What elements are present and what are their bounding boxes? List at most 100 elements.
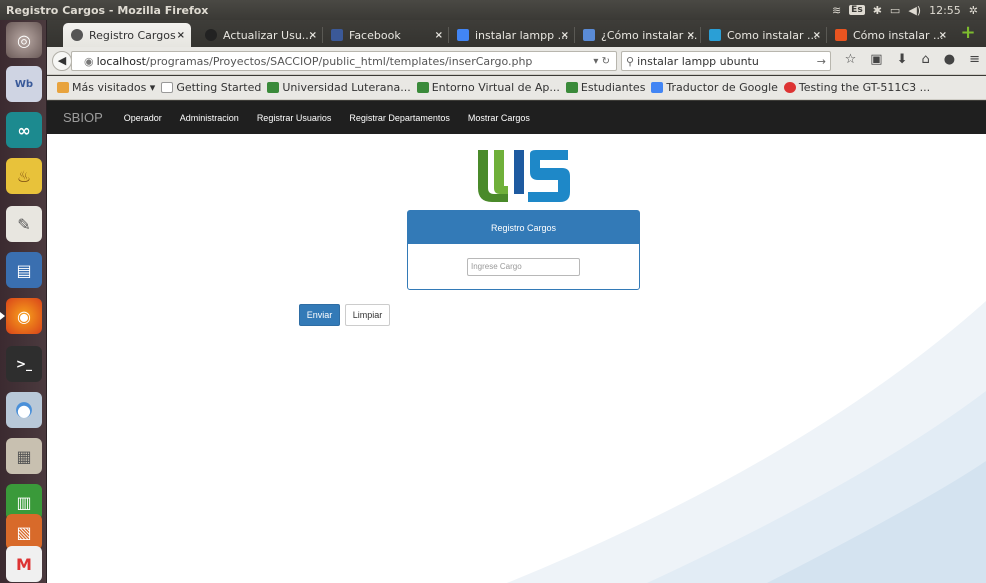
nav-administracion[interactable]: Administracion bbox=[171, 113, 248, 123]
bluetooth-icon[interactable]: ✱ bbox=[873, 4, 882, 17]
limpiar-button[interactable]: Limpiar bbox=[345, 304, 390, 326]
bookmark-estudiantes[interactable]: Estudiantes bbox=[565, 81, 645, 94]
toolbar-icons: ☆ ▣ ⬇ ⌂ ● ≡ bbox=[845, 52, 980, 67]
mysql-workbench-icon[interactable]: Wb bbox=[6, 66, 42, 102]
cargo-input[interactable] bbox=[467, 257, 580, 276]
bookmark-most-visited[interactable]: Más visitados ▾ bbox=[57, 81, 155, 94]
tab-instalar-lampp[interactable]: instalar lampp ... × bbox=[449, 23, 575, 47]
bookmark-entorno-virtual[interactable]: Entorno Virtual de Ap... bbox=[416, 81, 560, 94]
tab-label: Registro Cargos bbox=[89, 28, 176, 42]
panel-body bbox=[408, 244, 639, 289]
gmail-icon[interactable]: M bbox=[6, 546, 42, 582]
bookmarks-toolbar: Más visitados ▾ Getting Started Universi… bbox=[47, 76, 986, 100]
folder-icon bbox=[57, 82, 69, 93]
tab-registro-cargos[interactable]: Registro Cargos × bbox=[63, 23, 191, 47]
panel-title: Registro Cargos bbox=[408, 211, 639, 244]
search-icon: ⚲ bbox=[626, 54, 635, 68]
downloads-icon[interactable]: ⬇ bbox=[897, 52, 908, 67]
chromium-icon[interactable]: ● bbox=[6, 392, 42, 428]
tab-label: Facebook bbox=[349, 28, 401, 42]
chat-icon[interactable]: ● bbox=[944, 52, 955, 67]
terminal-icon[interactable]: >_ bbox=[6, 346, 42, 382]
document-viewer-icon[interactable]: ▤ bbox=[6, 252, 42, 288]
keyboard-layout-indicator[interactable]: Es bbox=[849, 5, 865, 15]
bookmark-star-icon[interactable]: ☆ bbox=[845, 52, 857, 67]
tab-favicon-icon bbox=[71, 29, 83, 41]
bookmark-getting-started[interactable]: Getting Started bbox=[161, 81, 261, 94]
tab-como-instalar-3[interactable]: Cómo instalar ... × bbox=[827, 23, 953, 47]
nav-registrar-usuarios[interactable]: Registrar Usuarios bbox=[248, 113, 341, 123]
reading-list-icon[interactable]: ▣ bbox=[870, 52, 882, 67]
tab-label: instalar lampp ... bbox=[475, 28, 569, 42]
arduino-icon[interactable]: ∞ bbox=[6, 112, 42, 148]
dash-home-icon[interactable]: ◎ bbox=[6, 22, 42, 58]
tab-close-icon[interactable]: × bbox=[813, 30, 821, 41]
tab-como-instalar-1[interactable]: ¿Cómo instalar ... × bbox=[575, 23, 701, 47]
window-title: Registro Cargos - Mozilla Firefox bbox=[6, 3, 209, 17]
url-path: /programas/Proyectos/SACCIOP/public_html… bbox=[146, 54, 533, 68]
clock[interactable]: 12:55 bbox=[929, 4, 961, 17]
google-icon bbox=[457, 29, 469, 41]
volume-icon[interactable]: ◀) bbox=[908, 4, 921, 17]
tab-label: ¿Cómo instalar ... bbox=[601, 28, 698, 42]
app-brand[interactable]: SBIOP bbox=[47, 110, 115, 125]
url-bar[interactable]: ◉ localhost /programas/Proyectos/SACCIOP… bbox=[71, 51, 617, 71]
tab-label: Actualizar Usu... bbox=[223, 28, 313, 42]
tab-close-icon[interactable]: × bbox=[177, 30, 185, 41]
search-go-icon[interactable]: → bbox=[817, 55, 830, 68]
tab-close-icon[interactable]: × bbox=[309, 30, 317, 41]
registro-cargos-panel: Registro Cargos bbox=[407, 210, 640, 290]
uls-logo bbox=[478, 150, 570, 202]
tab-close-icon[interactable]: × bbox=[435, 30, 443, 41]
tab-close-icon[interactable]: × bbox=[687, 30, 695, 41]
enviar-button[interactable]: Enviar bbox=[299, 304, 340, 326]
page-viewport: SBIOP Operador Administracion Registrar … bbox=[47, 101, 986, 583]
presentation-icon[interactable]: ▧ bbox=[6, 514, 42, 550]
reload-dropdown-icon[interactable]: ▾ ↻ bbox=[593, 56, 616, 67]
search-value: instalar lampp ubuntu bbox=[637, 54, 759, 68]
system-top-panel: Registro Cargos - Mozilla Firefox ≋ Es ✱… bbox=[0, 0, 986, 20]
browser-navigation-bar: ◀ ◉ localhost /programas/Proyectos/SACCI… bbox=[47, 47, 986, 75]
firefox-icon[interactable]: ◉ bbox=[0, 298, 42, 334]
app-navbar: SBIOP Operador Administracion Registrar … bbox=[47, 101, 986, 134]
tab-favicon-icon bbox=[583, 29, 595, 41]
wifi-icon[interactable]: ≋ bbox=[832, 4, 841, 17]
search-bar[interactable]: ⚲ instalar lampp ubuntu → bbox=[621, 51, 831, 71]
tab-label: Como instalar ... bbox=[727, 28, 818, 42]
uls-icon bbox=[416, 82, 429, 93]
text-editor-icon[interactable]: ✎ bbox=[6, 206, 42, 242]
browser-tab-bar: Registro Cargos × Actualizar Usu... × Fa… bbox=[47, 20, 986, 47]
bookmark-site-icon bbox=[783, 82, 796, 93]
new-tab-button[interactable]: + bbox=[960, 24, 976, 42]
uls-icon bbox=[565, 82, 578, 93]
unity-launcher: ◎ Wb ∞ ♨ ✎ ▤ ◉ >_ ● ▦ ▥ ▧ M bbox=[0, 20, 47, 583]
nav-mostrar-cargos[interactable]: Mostrar Cargos bbox=[459, 113, 539, 123]
battery-icon[interactable]: ▭ bbox=[890, 4, 900, 17]
facebook-icon bbox=[331, 29, 343, 41]
tab-close-icon[interactable]: × bbox=[561, 30, 569, 41]
url-host: localhost bbox=[96, 54, 146, 68]
tab-favicon-icon bbox=[835, 29, 847, 41]
tab-como-instalar-2[interactable]: Como instalar ... × bbox=[701, 23, 827, 47]
tab-actualizar-usuario[interactable]: Actualizar Usu... × bbox=[197, 23, 323, 47]
system-tray: ≋ Es ✱ ▭ ◀) 12:55 ✲ bbox=[832, 4, 986, 17]
file-cabinet-icon[interactable]: ▦ bbox=[6, 438, 42, 474]
tab-favicon-icon bbox=[709, 29, 721, 41]
nav-operador[interactable]: Operador bbox=[115, 113, 171, 123]
settings-gear-icon[interactable]: ✲ bbox=[969, 4, 978, 17]
bookmark-testing-gt511c3[interactable]: Testing the GT-511C3 ... bbox=[783, 81, 930, 94]
bookmark-traductor-google[interactable]: Traductor de Google bbox=[651, 81, 778, 94]
menu-icon[interactable]: ≡ bbox=[969, 52, 980, 67]
translate-icon bbox=[651, 82, 664, 93]
bookmark-universidad-luterana[interactable]: Universidad Luterana... bbox=[267, 81, 411, 94]
back-button[interactable]: ◀ bbox=[52, 51, 72, 71]
teapot-app-icon[interactable]: ♨ bbox=[6, 158, 42, 194]
page-icon bbox=[161, 82, 174, 93]
tab-facebook[interactable]: Facebook × bbox=[323, 23, 449, 47]
home-icon[interactable]: ⌂ bbox=[921, 52, 929, 67]
tab-close-icon[interactable]: × bbox=[939, 30, 947, 41]
tab-label: Cómo instalar ... bbox=[853, 28, 944, 42]
nav-registrar-departamentos[interactable]: Registrar Departamentos bbox=[340, 113, 459, 123]
site-identity-icon[interactable]: ◉ bbox=[84, 55, 94, 68]
uls-icon bbox=[267, 82, 280, 93]
